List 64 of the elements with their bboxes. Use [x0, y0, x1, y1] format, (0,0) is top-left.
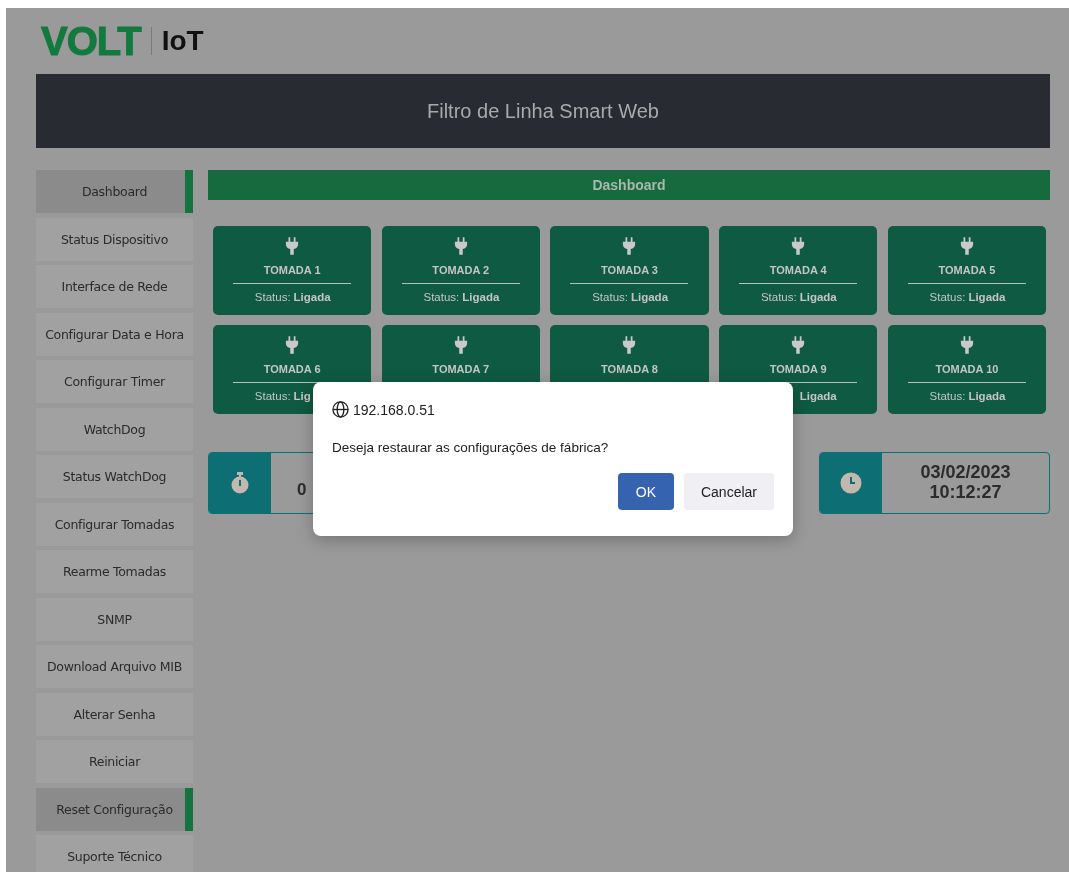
ok-button[interactable]: OK [617, 473, 674, 510]
plug-icon [959, 336, 974, 354]
outlet-name: TOMADA 9 [769, 363, 827, 375]
plug-icon [791, 237, 806, 255]
sidebar-item[interactable]: Download Arquivo MIB [36, 645, 193, 688]
dialog-origin: 192.168.0.51 [353, 401, 435, 418]
sidebar-item[interactable]: Interface de Rede [36, 265, 193, 308]
sidebar-item[interactable]: Alterar Senha [36, 692, 193, 736]
plug-icon [791, 336, 806, 354]
status-value: Ligada [968, 390, 1006, 404]
status-value: Ligada [631, 291, 669, 305]
status-label: Status: [423, 291, 460, 305]
status-value: Ligada [799, 291, 837, 305]
outlet-name: TOMADA 1 [263, 264, 321, 276]
sidebar-item[interactable]: Status Dispositivo [36, 217, 193, 261]
cancel-button[interactable]: Cancelar [683, 473, 774, 510]
plug-icon [285, 237, 300, 255]
dialog-message: Deseja restaurar as configurações de fábrica? [332, 440, 610, 455]
outlet-name: TOMADA 6 [263, 363, 321, 375]
status-value: Ligada [799, 390, 837, 404]
info-value: 10:12:27 [929, 483, 1002, 503]
info-value: 0 [297, 480, 307, 500]
plug-icon [622, 336, 637, 354]
status-label: Status: [760, 291, 797, 305]
outlet-name: TOMADA 2 [432, 264, 490, 276]
sidebar-item[interactable]: SNMP [36, 597, 193, 641]
status-value: Ligada [293, 291, 331, 305]
sidebar-item[interactable]: Reset Configuração [36, 787, 193, 831]
sidebar-item[interactable]: Configurar Data e Hora [36, 312, 193, 356]
sidebar-item[interactable]: WatchDog [36, 407, 193, 451]
sidebar-item[interactable]: Configurar Timer [36, 360, 193, 403]
status-label: Status: [592, 291, 628, 305]
plug-icon [453, 336, 468, 354]
outlet-name: TOMADA 10 [935, 363, 999, 375]
outlet-name: TOMADA 5 [938, 264, 996, 276]
brand-logo: VOLT [41, 18, 141, 64]
plug-icon [453, 237, 468, 255]
sidebar-item[interactable]: Rearme Tomadas [36, 550, 193, 593]
outlet-name: TOMADA 3 [601, 264, 658, 276]
product-name: IoT [161, 25, 204, 57]
outlet-name: TOMADA 8 [601, 363, 658, 375]
info-value: 03/02/2023 [920, 463, 1011, 483]
outlet-name: TOMADA 7 [432, 363, 490, 375]
status-value: Ligada [462, 291, 500, 305]
sidebar-item[interactable]: Configurar Tomadas [36, 502, 193, 546]
plug-icon [959, 237, 974, 255]
outlet-name: TOMADA 4 [769, 264, 827, 276]
status-value: Ligada [968, 291, 1006, 305]
sidebar-item[interactable]: Dashboard [36, 170, 193, 213]
status-value: Lig [293, 390, 311, 404]
globe-icon [332, 401, 349, 418]
stopwatch-icon [230, 472, 250, 494]
plug-icon [622, 237, 637, 255]
sidebar-item[interactable]: Reiniciar [36, 740, 193, 783]
section-title-bar: Dashboard [208, 170, 1050, 200]
status-label: Status: [929, 390, 966, 404]
sidebar-item[interactable]: Status WatchDog [36, 455, 193, 498]
status-label: Status: [929, 291, 966, 305]
page-title: Filtro de Linha Smart Web [427, 99, 659, 123]
clock-icon [840, 472, 862, 494]
status-label: Status: [254, 291, 291, 305]
plug-icon [285, 336, 300, 354]
sidebar-item[interactable]: Suporte Técnico [36, 835, 193, 872]
status-label: Status: [254, 390, 291, 404]
